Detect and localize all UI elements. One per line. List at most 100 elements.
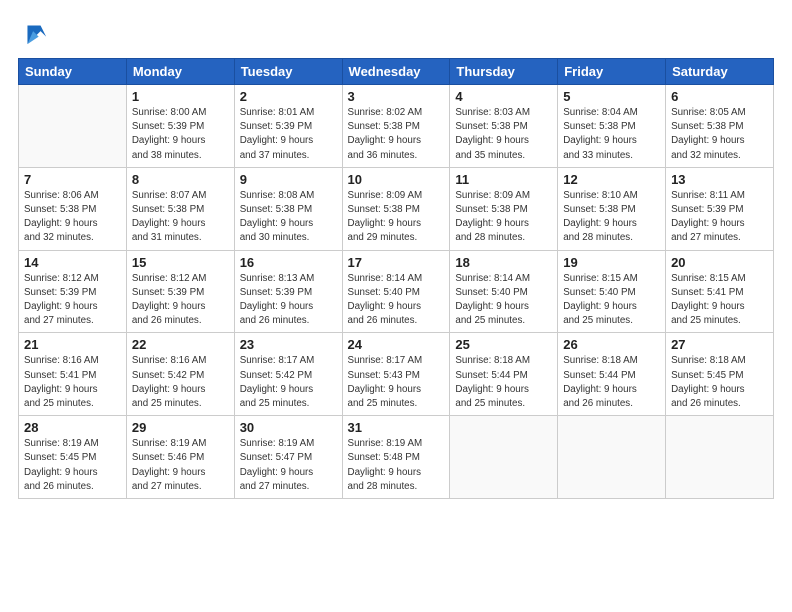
day-number: 20 — [671, 255, 768, 270]
calendar-cell — [558, 416, 666, 499]
calendar-cell: 22 Sunrise: 8:16 AMSunset: 5:42 PMDayligh… — [126, 333, 234, 416]
day-info: Sunrise: 8:09 AMSunset: 5:38 PMDaylight:… — [348, 189, 445, 246]
col-saturday: Saturday — [666, 59, 774, 85]
calendar-table: Sunday Monday Tuesday Wednesday Thursday… — [18, 58, 774, 499]
calendar-cell: 23Sunrise: 8:17 AMSunset: 5:42 PMDayligh… — [234, 333, 342, 416]
day-info: Sunrise: 8:17 AMSunset: 5:43 PMDaylight:… — [348, 354, 445, 411]
day-info: Sunrise: 8:09 AMSunset: 5:38 PMDaylight:… — [455, 189, 552, 246]
day-info: Sunrise: 8:14 AMSunset: 5:40 PMDaylight:… — [348, 272, 445, 329]
day-number: 17 — [348, 255, 445, 270]
calendar-cell: 19 Sunrise: 8:15 AMSunset: 5:40 PMDayligh… — [558, 250, 666, 333]
calendar-cell: 20 Sunrise: 8:15 AMSunset: 5:41 PMDayligh… — [666, 250, 774, 333]
day-info: Sunrise: 8:19 AMSunset: 5:45 PMDaylight:… — [24, 437, 121, 494]
day-number: 5 — [563, 89, 660, 104]
day-number: 28 — [24, 420, 121, 435]
day-info: Sunrise: 8:19 AMSunset: 5:46 PMDaylight:… — [132, 437, 229, 494]
week-row-0: 1 Sunrise: 8:00 AMSunset: 5:39 PMDaylight… — [19, 85, 774, 168]
logo-icon — [20, 18, 48, 46]
calendar-cell: 18 Sunrise: 8:14 AMSunset: 5:40 PMDayligh… — [450, 250, 558, 333]
day-number: 2 — [240, 89, 337, 104]
day-info: Sunrise: 8:10 AMSunset: 5:38 PMDaylight:… — [563, 189, 660, 246]
day-number: 1 — [132, 89, 229, 104]
day-info: Sunrise: 8:19 AMSunset: 5:47 PMDaylight:… — [240, 437, 337, 494]
calendar-cell — [666, 416, 774, 499]
calendar-cell: 2 Sunrise: 8:01 AMSunset: 5:39 PMDaylight… — [234, 85, 342, 168]
calendar-cell: 4 Sunrise: 8:03 AMSunset: 5:38 PMDaylight… — [450, 85, 558, 168]
calendar-cell: 30 Sunrise: 8:19 AMSunset: 5:47 PMDayligh… — [234, 416, 342, 499]
day-number: 26 — [563, 337, 660, 352]
week-row-2: 14 Sunrise: 8:12 AMSunset: 5:39 PMDayligh… — [19, 250, 774, 333]
day-number: 12 — [563, 172, 660, 187]
day-info: Sunrise: 8:03 AMSunset: 5:38 PMDaylight:… — [455, 106, 552, 163]
day-info: Sunrise: 8:18 AMSunset: 5:44 PMDaylight:… — [455, 354, 552, 411]
day-info: Sunrise: 8:07 AMSunset: 5:38 PMDaylight:… — [132, 189, 229, 246]
calendar-cell: 29 Sunrise: 8:19 AMSunset: 5:46 PMDayligh… — [126, 416, 234, 499]
calendar-cell: 15 Sunrise: 8:12 AMSunset: 5:39 PMDayligh… — [126, 250, 234, 333]
calendar-cell: 3 Sunrise: 8:02 AMSunset: 5:38 PMDaylight… — [342, 85, 450, 168]
day-info: Sunrise: 8:05 AMSunset: 5:38 PMDaylight:… — [671, 106, 768, 163]
page-container: Sunday Monday Tuesday Wednesday Thursday… — [0, 0, 792, 509]
calendar-cell: 21Sunrise: 8:16 AMSunset: 5:41 PMDayligh… — [19, 333, 127, 416]
day-number: 31 — [348, 420, 445, 435]
col-wednesday: Wednesday — [342, 59, 450, 85]
day-number: 19 — [563, 255, 660, 270]
day-info: Sunrise: 8:00 AMSunset: 5:39 PMDaylight:… — [132, 106, 229, 163]
day-number: 11 — [455, 172, 552, 187]
calendar-cell: 5 Sunrise: 8:04 AMSunset: 5:38 PMDaylight… — [558, 85, 666, 168]
day-info: Sunrise: 8:04 AMSunset: 5:38 PMDaylight:… — [563, 106, 660, 163]
col-thursday: Thursday — [450, 59, 558, 85]
calendar-cell: 24 Sunrise: 8:17 AMSunset: 5:43 PMDayligh… — [342, 333, 450, 416]
calendar-cell: 13Sunrise: 8:11 AMSunset: 5:39 PMDayligh… — [666, 167, 774, 250]
day-info: Sunrise: 8:15 AMSunset: 5:41 PMDaylight:… — [671, 272, 768, 329]
calendar-cell: 14 Sunrise: 8:12 AMSunset: 5:39 PMDayligh… — [19, 250, 127, 333]
calendar-cell — [450, 416, 558, 499]
col-tuesday: Tuesday — [234, 59, 342, 85]
day-info: Sunrise: 8:08 AMSunset: 5:38 PMDaylight:… — [240, 189, 337, 246]
day-info: Sunrise: 8:18 AMSunset: 5:45 PMDaylight:… — [671, 354, 768, 411]
week-row-4: 28 Sunrise: 8:19 AMSunset: 5:45 PMDayligh… — [19, 416, 774, 499]
day-info: Sunrise: 8:12 AMSunset: 5:39 PMDaylight:… — [132, 272, 229, 329]
calendar-header-row: Sunday Monday Tuesday Wednesday Thursday… — [19, 59, 774, 85]
day-info: Sunrise: 8:14 AMSunset: 5:40 PMDaylight:… — [455, 272, 552, 329]
day-info: Sunrise: 8:02 AMSunset: 5:38 PMDaylight:… — [348, 106, 445, 163]
col-friday: Friday — [558, 59, 666, 85]
day-number: 7 — [24, 172, 121, 187]
col-monday: Monday — [126, 59, 234, 85]
day-number: 9 — [240, 172, 337, 187]
day-info: Sunrise: 8:17 AMSunset: 5:42 PMDaylight:… — [240, 354, 337, 411]
day-number: 16 — [240, 255, 337, 270]
header — [18, 18, 774, 46]
day-info: Sunrise: 8:01 AMSunset: 5:39 PMDaylight:… — [240, 106, 337, 163]
day-info: Sunrise: 8:15 AMSunset: 5:40 PMDaylight:… — [563, 272, 660, 329]
day-number: 24 — [348, 337, 445, 352]
day-info: Sunrise: 8:12 AMSunset: 5:39 PMDaylight:… — [24, 272, 121, 329]
calendar-cell: 11 Sunrise: 8:09 AMSunset: 5:38 PMDayligh… — [450, 167, 558, 250]
calendar-cell: 26 Sunrise: 8:18 AMSunset: 5:44 PMDayligh… — [558, 333, 666, 416]
calendar-cell: 12 Sunrise: 8:10 AMSunset: 5:38 PMDayligh… — [558, 167, 666, 250]
day-info: Sunrise: 8:16 AMSunset: 5:41 PMDaylight:… — [24, 354, 121, 411]
day-number: 10 — [348, 172, 445, 187]
day-info: Sunrise: 8:18 AMSunset: 5:44 PMDaylight:… — [563, 354, 660, 411]
week-row-3: 21Sunrise: 8:16 AMSunset: 5:41 PMDayligh… — [19, 333, 774, 416]
calendar-cell: 27Sunrise: 8:18 AMSunset: 5:45 PMDayligh… — [666, 333, 774, 416]
calendar-cell: 1 Sunrise: 8:00 AMSunset: 5:39 PMDaylight… — [126, 85, 234, 168]
calendar-cell — [19, 85, 127, 168]
day-number: 14 — [24, 255, 121, 270]
calendar-cell: 6 Sunrise: 8:05 AMSunset: 5:38 PMDaylight… — [666, 85, 774, 168]
calendar-cell: 7Sunrise: 8:06 AMSunset: 5:38 PMDaylight… — [19, 167, 127, 250]
day-number: 22 — [132, 337, 229, 352]
day-number: 30 — [240, 420, 337, 435]
day-number: 4 — [455, 89, 552, 104]
day-number: 15 — [132, 255, 229, 270]
day-info: Sunrise: 8:19 AMSunset: 5:48 PMDaylight:… — [348, 437, 445, 494]
calendar-cell: 28 Sunrise: 8:19 AMSunset: 5:45 PMDayligh… — [19, 416, 127, 499]
day-number: 3 — [348, 89, 445, 104]
calendar-cell: 31 Sunrise: 8:19 AMSunset: 5:48 PMDayligh… — [342, 416, 450, 499]
calendar-cell: 16Sunrise: 8:13 AMSunset: 5:39 PMDayligh… — [234, 250, 342, 333]
day-number: 8 — [132, 172, 229, 187]
day-number: 29 — [132, 420, 229, 435]
day-number: 6 — [671, 89, 768, 104]
day-number: 18 — [455, 255, 552, 270]
calendar-cell: 17 Sunrise: 8:14 AMSunset: 5:40 PMDayligh… — [342, 250, 450, 333]
day-info: Sunrise: 8:16 AMSunset: 5:42 PMDaylight:… — [132, 354, 229, 411]
